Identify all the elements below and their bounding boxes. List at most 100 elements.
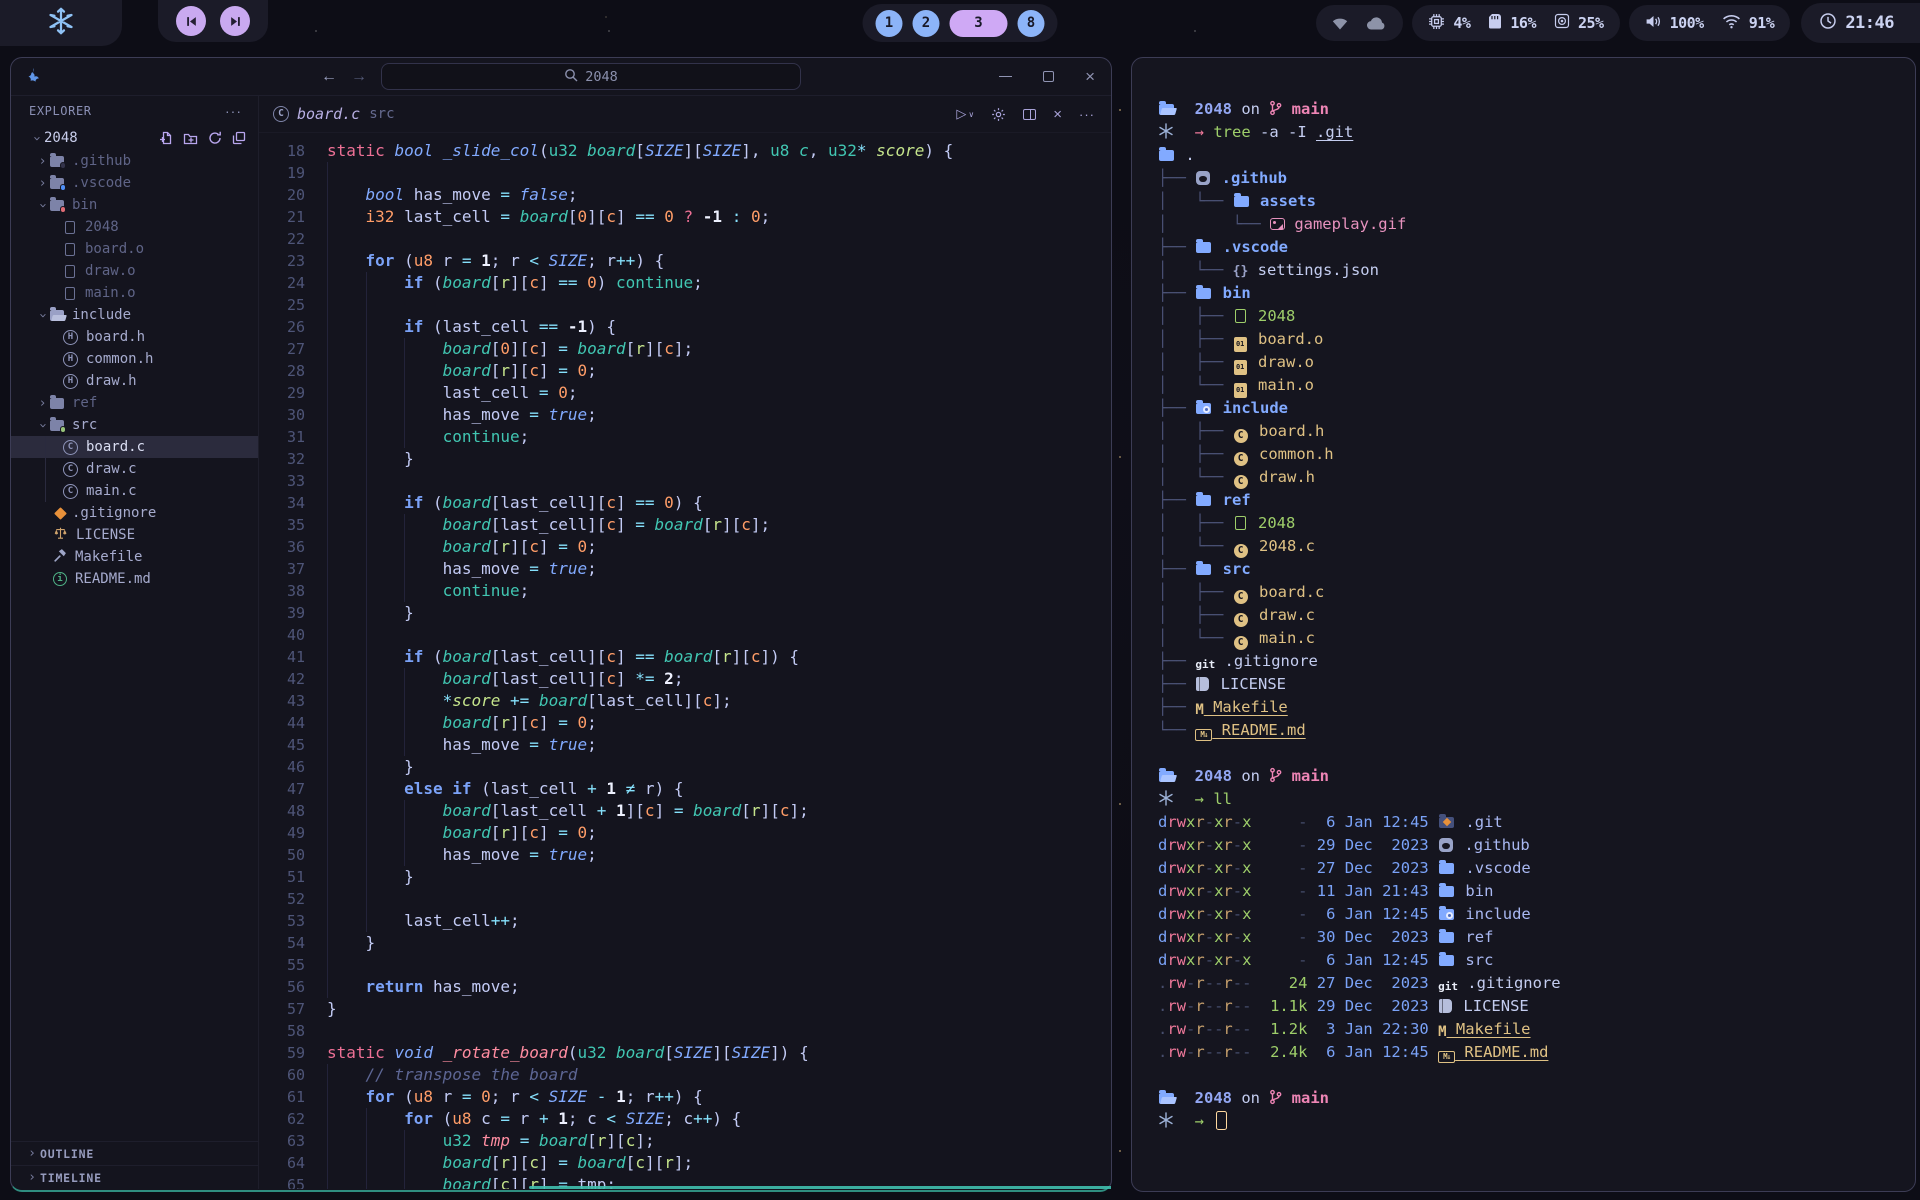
- code-line-27: 27 board[0][c] = board[r][c];: [259, 338, 1111, 360]
- terminal-cursor: [1216, 1111, 1227, 1130]
- markdown-file-icon: M↓: [1195, 729, 1212, 741]
- chevron-down-icon: ›: [35, 198, 50, 213]
- close-button[interactable]: ×: [1085, 68, 1095, 85]
- line-number: 62: [259, 1108, 305, 1130]
- image-file-icon: [1270, 218, 1285, 230]
- maximize-button[interactable]: [1043, 71, 1054, 82]
- vpn-wifi-icon[interactable]: [1332, 17, 1348, 30]
- open-folder-icon: [1159, 1093, 1174, 1104]
- tab-filename[interactable]: board.c: [297, 105, 360, 123]
- editor-tab-bar[interactable]: C board.c src ▷∨ × ···: [259, 96, 1111, 133]
- code-line-63: 63 u32 tmp = board[r][c];: [259, 1130, 1111, 1152]
- collapse-all-icon[interactable]: [232, 131, 246, 145]
- explorer-item-ref[interactable]: ›ref: [11, 392, 258, 414]
- terminal-window[interactable]: 2048 on main → tree -a -I .git .├── .git…: [1131, 57, 1916, 1192]
- skip-forward-button[interactable]: [220, 6, 250, 36]
- explorer-item-include[interactable]: ›include: [11, 304, 258, 326]
- code-line-24: 24 if (board[r][c] == 0) continue;: [259, 272, 1111, 294]
- line-number: 25: [259, 294, 305, 316]
- nix-snowflake-icon[interactable]: [46, 6, 76, 40]
- explorer-item-.github[interactable]: ›.github: [11, 150, 258, 172]
- item-label: draw.h: [86, 373, 137, 389]
- close-editor-icon[interactable]: ×: [1053, 106, 1062, 123]
- code-line-34: 34 if (board[last_cell][c] == 0) {: [259, 492, 1111, 514]
- horizontal-scrollbar[interactable]: [529, 1186, 1111, 1189]
- code-line-50: 50 has_move = true;: [259, 844, 1111, 866]
- item-label: board.c: [86, 439, 145, 455]
- line-number: 46: [259, 756, 305, 778]
- code-line-40: 40: [259, 624, 1111, 646]
- explorer-root-folder[interactable]: › 2048: [11, 126, 258, 150]
- explorer-item-draw.o[interactable]: draw.o: [11, 260, 258, 282]
- more-actions-icon[interactable]: ···: [1079, 107, 1095, 122]
- refresh-icon[interactable]: [208, 131, 222, 145]
- github-folder-icon: [50, 156, 64, 167]
- explorer-item-README.md[interactable]: iREADME.md: [11, 568, 258, 590]
- license-book-icon: [1439, 999, 1452, 1013]
- license-scales-icon: [53, 526, 68, 544]
- launcher-segment[interactable]: [0, 0, 122, 46]
- c-file-icon: C: [63, 484, 78, 499]
- explorer-item-2048[interactable]: 2048: [11, 216, 258, 238]
- explorer-item-draw.c[interactable]: Cdraw.c: [11, 458, 258, 480]
- line-number: 57: [259, 998, 305, 1020]
- tray-pill[interactable]: [1316, 5, 1403, 41]
- explorer-item-bin[interactable]: › bin: [11, 194, 258, 216]
- split-editor-icon[interactable]: [1023, 109, 1036, 120]
- code-area[interactable]: 18static bool _slide_col(u32 board[SIZE]…: [259, 133, 1111, 1189]
- explorer-more-icon[interactable]: ···: [225, 103, 242, 119]
- explorer-item-common.h[interactable]: Hcommon.h: [11, 348, 258, 370]
- explorer-item-main.o[interactable]: main.o: [11, 282, 258, 304]
- explorer-item-board.o[interactable]: board.o: [11, 238, 258, 260]
- clock-pill[interactable]: 21:46: [1801, 3, 1920, 43]
- audio-network-pill[interactable]: 100% 91%: [1629, 5, 1791, 41]
- code-line-39: 39 }: [259, 602, 1111, 624]
- explorer-item-main.c[interactable]: Cmain.c: [11, 480, 258, 502]
- explorer-item-draw.h[interactable]: Hdraw.h: [11, 370, 258, 392]
- code-line-52: 52: [259, 888, 1111, 910]
- workspace-1-button[interactable]: 1: [876, 10, 903, 37]
- folder-icon: [1439, 886, 1454, 897]
- terminal-line: drwxr-xr-x - 30 Dec 2023 ref: [1158, 926, 1895, 949]
- terminal-line: [1158, 742, 1895, 765]
- timeline-panel[interactable]: › TIMELINE: [11, 1165, 258, 1189]
- line-number: 60: [259, 1064, 305, 1086]
- skip-back-button[interactable]: [176, 6, 206, 36]
- run-button[interactable]: ▷∨: [956, 106, 974, 122]
- explorer-item-.gitignore[interactable]: .gitignore: [11, 502, 258, 524]
- nav-forward-button[interactable]: →: [351, 68, 367, 86]
- code-line-23: 23 for (u8 r = 1; r < SIZE; r++) {: [259, 250, 1111, 272]
- workspace-3-button[interactable]: 3: [950, 10, 1008, 37]
- nav-back-button[interactable]: ←: [321, 68, 337, 86]
- explorer-item-board.h[interactable]: Hboard.h: [11, 326, 258, 348]
- item-label: ref: [72, 395, 97, 411]
- explorer-item-board.c[interactable]: Cboard.c: [11, 436, 258, 458]
- explorer-item-.vscode[interactable]: ›.vscode: [11, 172, 258, 194]
- h-file-icon: H: [63, 330, 78, 345]
- item-label: .vscode: [72, 175, 131, 191]
- line-number: 53: [259, 910, 305, 932]
- explorer-item-LICENSE[interactable]: LICENSE: [11, 524, 258, 546]
- workspace-2-button[interactable]: 2: [913, 10, 940, 37]
- terminal-line: │ ├── C draw.c: [1158, 604, 1895, 627]
- volume-stat[interactable]: 100%: [1645, 14, 1704, 33]
- terminal-line: │ └── 01 main.o: [1158, 374, 1895, 397]
- search-value: 2048: [585, 69, 618, 85]
- system-stats-pill[interactable]: 4%16%25%: [1412, 5, 1619, 41]
- new-file-icon[interactable]: [159, 131, 173, 145]
- line-number: 61: [259, 1086, 305, 1108]
- gear-icon[interactable]: [991, 107, 1006, 122]
- outline-panel[interactable]: › OUTLINE: [11, 1141, 258, 1165]
- minimize-button[interactable]: [999, 76, 1012, 78]
- explorer-item-src[interactable]: ›src: [11, 414, 258, 436]
- new-folder-icon[interactable]: [183, 131, 198, 145]
- cloud-icon[interactable]: [1366, 17, 1387, 30]
- item-label: bin: [72, 197, 97, 213]
- explorer-item-Makefile[interactable]: Makefile: [11, 546, 258, 568]
- chevron-down-icon: ›: [29, 131, 44, 146]
- command-search-input[interactable]: 2048: [381, 63, 801, 90]
- workspace-8-button[interactable]: 8: [1018, 10, 1045, 37]
- wifi-stat[interactable]: 91%: [1722, 14, 1775, 33]
- editor-titlebar[interactable]: ← → 2048 ×: [11, 58, 1111, 96]
- code-line-32: 32 }: [259, 448, 1111, 470]
